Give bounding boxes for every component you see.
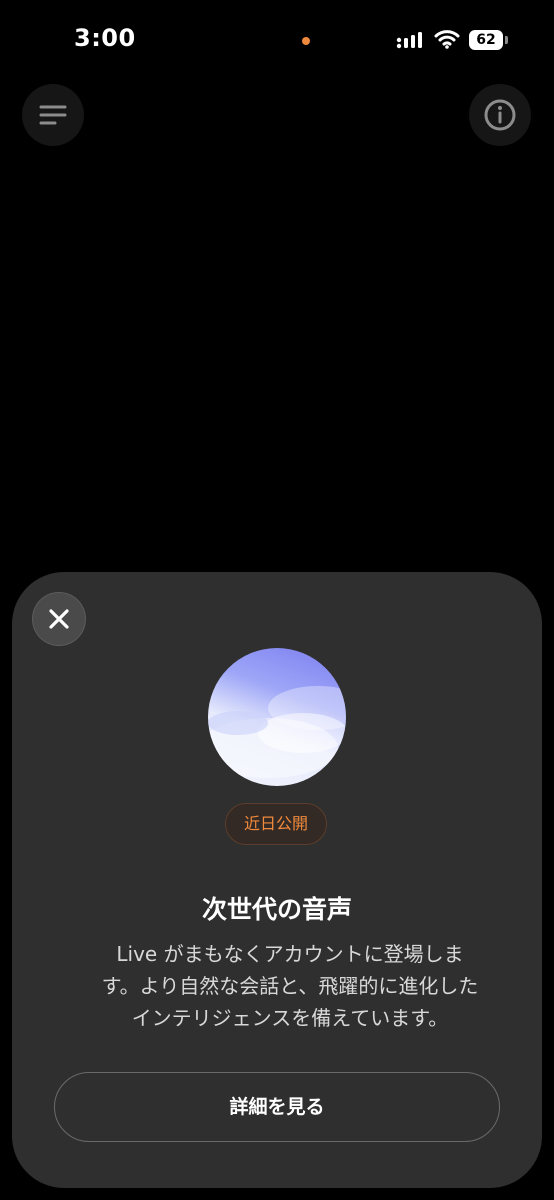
close-icon [49,609,69,629]
battery-tip [505,36,508,44]
wifi-icon [434,28,460,50]
info-button[interactable] [469,84,531,146]
status-bar: 3:00 62 [0,0,554,80]
voice-promo-sheet: 近日公開 次世代の音声 Live がまもなくアカウントに登場します。より自然な会… [12,572,542,1188]
sheet-title: 次世代の音声 [201,895,352,924]
menu-button[interactable] [22,84,84,146]
close-button[interactable] [32,592,86,646]
details-button[interactable]: 詳細を見る [54,1072,500,1142]
signal-icon [396,30,426,50]
info-icon [484,99,516,131]
menu-icon [39,105,67,125]
voice-orb-image [208,648,346,786]
battery-icon: 62 [469,30,509,52]
battery-level: 62 [476,32,496,48]
sheet-description: Live がまもなくアカウントに登場します。より自然な会話と、飛躍的に進化したイ… [101,942,479,1030]
coming-soon-badge: 近日公開 [225,803,327,845]
recording-indicator-dot [302,37,310,45]
status-time: 3:00 [74,24,136,52]
